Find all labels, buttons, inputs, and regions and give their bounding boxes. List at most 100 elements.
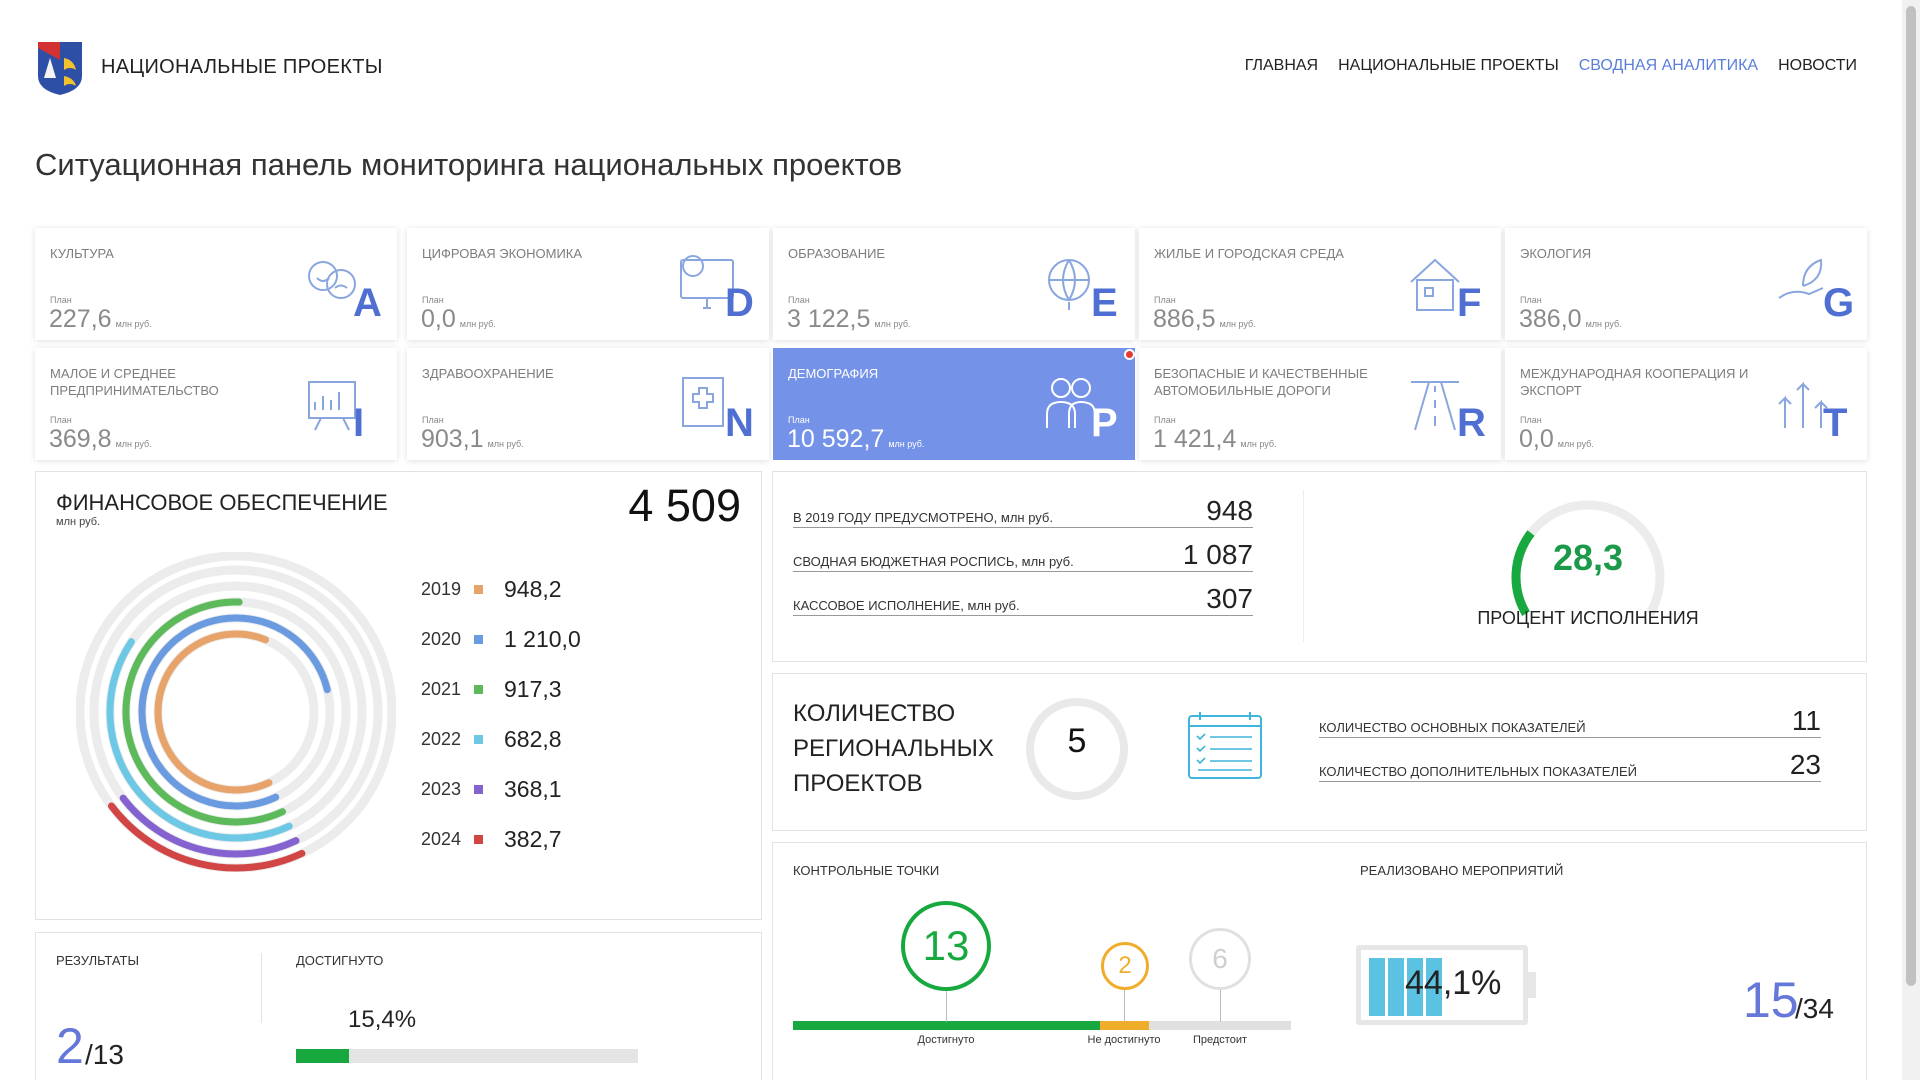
nav-national-projects[interactable]: НАЦИОНАЛЬНЫЕ ПРОЕКТЫ	[1338, 57, 1559, 75]
plan-unit: млн руб.	[115, 439, 152, 449]
upcoming-count: 6	[1212, 943, 1228, 974]
indicator-label: КОЛИЧЕСТВО ОСНОВНЫХ ПОКАЗАТЕЛЕЙ	[1319, 720, 1586, 735]
project-card[interactable]: БЕЗОПАСНЫЕ И КАЧЕСТВЕННЫЕ АВТОМОБИЛЬНЫЕ …	[1139, 348, 1501, 460]
events-total: /34	[1795, 993, 1834, 1024]
project-letter: A	[353, 281, 382, 322]
house-icon: F	[1410, 258, 1481, 322]
project-letter: D	[725, 281, 754, 322]
plan-unit: млн руб.	[1219, 319, 1256, 329]
project-card[interactable]: МЕЖДУНАРОДНАЯ КООПЕРАЦИЯ И ЭКСПОРТ План 0,…	[1505, 348, 1867, 460]
coat-of-arms-logo[interactable]	[36, 40, 84, 96]
events-title: РЕАЛИЗОВАНО МЕРОПРИЯТИЙ	[1360, 863, 1564, 878]
results-done: 2	[56, 1018, 84, 1074]
events-done: 15	[1743, 972, 1799, 1028]
project-name: БЕЗОПАСНЫЕ И КАЧЕСТВЕННЫЕ АВТОМОБИЛЬНЫЕ …	[1154, 366, 1368, 398]
legend-row-2023: 2023 368,1	[421, 764, 581, 814]
legend-value: 382,7	[504, 825, 562, 852]
upcoming-circle: 6	[1189, 928, 1251, 990]
plan-value: 386,0 млн руб.	[1519, 305, 1622, 334]
hand-leaf-icon: G	[1778, 258, 1854, 322]
project-name: ЦИФРОВАЯ ЭКОНОМИКА	[422, 246, 583, 261]
achieved-percent: 15,4%	[348, 1006, 417, 1033]
plan-value: 3 122,5 млн руб.	[787, 305, 911, 334]
plan-amount: 227,6	[49, 305, 112, 333]
finance-title: ФИНАНСОВОЕ ОБЕСПЕЧЕНИЕ	[56, 490, 388, 515]
achieved-label: ДОСТИГНУТО	[296, 953, 384, 968]
regional-projects-count: 5	[1067, 722, 1087, 760]
plan-label: План	[1154, 415, 1176, 425]
plan-unit: млн руб.	[1557, 439, 1594, 449]
page-title: Ситуационная панель мониторинга национал…	[35, 147, 903, 182]
project-card[interactable]: ЦИФРОВАЯ ЭКОНОМИКА План 0,0 млн руб. D	[407, 228, 769, 340]
legend-row-2021: 2021 917,3	[421, 664, 581, 714]
battery-cap	[1528, 972, 1536, 998]
plan-unit: млн руб.	[1240, 439, 1277, 449]
project-card[interactable]: ЗДРАВООХРАНЕНИЕ План 903,1 млн руб. N	[407, 348, 769, 460]
not-achieved-segment	[1100, 1021, 1149, 1030]
project-letter: F	[1457, 281, 1481, 322]
project-card[interactable]: МАЛОЕ И СРЕДНЕЕ ПРЕДПРИНИМАТЕЛЬСТВО План 3…	[35, 348, 397, 460]
regional-projects-panel: КОЛИЧЕСТВО РЕГИОНАЛЬНЫХ ПРОЕКТОВ 5 КОЛИЧ…	[772, 673, 1867, 831]
plan-unit: млн руб.	[487, 439, 524, 449]
battery-cell	[1388, 958, 1404, 1016]
plan-unit: млн руб.	[1585, 319, 1622, 329]
plan-label: План	[50, 295, 72, 305]
legend-swatch	[474, 634, 483, 644]
budget-row-schedule: СВОДНАЯ БЮДЖЕТНАЯ РОСПИСЬ, млн руб. 1 08…	[793, 539, 1253, 572]
legend-year: 2023	[421, 778, 462, 799]
project-letter: T	[1823, 401, 1847, 442]
project-name: МЕЖДУНАРОДНАЯ КООПЕРАЦИЯ И ЭКСПОРТ	[1520, 366, 1749, 398]
scrollbar-thumb[interactable]	[1906, 6, 1916, 986]
events-percent: 44,1%	[1405, 964, 1502, 1002]
project-card[interactable]: ЖИЛЬЕ И ГОРОДСКАЯ СРЕДА План 886,5 млн руб.…	[1139, 228, 1501, 340]
project-letter: R	[1457, 401, 1486, 442]
legend-row-2022: 2022 682,8	[421, 714, 581, 764]
legend-year: 2019	[421, 578, 462, 599]
plan-amount: 3 122,5	[787, 305, 871, 333]
plan-label: План	[1154, 295, 1176, 305]
plan-label: План	[50, 415, 72, 425]
family-icon: P	[1046, 378, 1118, 442]
nav-summary-analytics[interactable]: СВОДНАЯ АНАЛИТИКА	[1579, 57, 1758, 75]
project-card[interactable]: ЭКОЛОГИЯ План 386,0 млн руб. G	[1505, 228, 1867, 340]
plan-amount: 386,0	[1519, 305, 1582, 333]
project-card[interactable]: ДЕМОГРАФИЯ План 10 592,7 млн руб. P	[773, 348, 1135, 460]
budget-row-unit: млн руб.	[967, 598, 1020, 613]
plan-value: 886,5 млн руб.	[1153, 305, 1256, 334]
plan-value: 903,1 млн руб.	[421, 425, 524, 454]
plan-amount: 0,0	[421, 305, 456, 333]
project-card[interactable]: ОБРАЗОВАНИЕ План 3 122,5 млн руб. E	[773, 228, 1135, 340]
page-scrollbar[interactable]	[1902, 0, 1920, 1080]
project-letter: E	[1091, 281, 1118, 322]
finance-total: 4 509	[628, 480, 741, 531]
project-name: ЭКОЛОГИЯ	[1520, 246, 1592, 261]
achieved-progress-fill	[296, 1049, 349, 1063]
legend-year: 2020	[421, 628, 462, 649]
plan-label: План	[422, 295, 444, 305]
plan-label: План	[1520, 415, 1542, 425]
presentation-board-icon: I	[308, 381, 364, 442]
indicator-value: 23	[1789, 749, 1821, 780]
plan-unit: млн руб.	[459, 319, 496, 329]
plan-amount: 0,0	[1519, 425, 1554, 453]
nav-news[interactable]: НОВОСТИ	[1778, 57, 1857, 75]
plan-amount: 903,1	[421, 425, 484, 453]
globe-icon: E	[1048, 259, 1118, 322]
budget-row-unit: млн руб.	[1021, 554, 1074, 569]
nav-home[interactable]: ГЛАВНАЯ	[1245, 57, 1318, 75]
achieved-progress-bar	[296, 1049, 638, 1063]
budget-row-planned: В 2019 ГОДУ ПРЕДУСМОТРЕНО, млн руб. 948	[793, 495, 1253, 528]
budget-row-unit: млн руб.	[1000, 510, 1053, 525]
project-name: ЗДРАВООХРАНЕНИЕ	[422, 366, 554, 381]
finance-unit: млн руб.	[56, 516, 101, 528]
plan-label: План	[788, 415, 810, 425]
plan-amount: 886,5	[1153, 305, 1216, 333]
legend-row-2020: 2020 1 210,0	[421, 614, 581, 664]
plan-amount: 10 592,7	[787, 425, 885, 453]
project-card[interactable]: КУЛЬТУРА План 227,6 млн руб. A	[35, 228, 397, 340]
achieved-circle: 13	[901, 901, 991, 991]
budget-row-value: 948	[1206, 495, 1253, 526]
brand-title[interactable]: НАЦИОНАЛЬНЫЕ ПРОЕКТЫ	[101, 56, 383, 79]
plan-amount: 1 421,4	[1153, 425, 1237, 453]
results-panel: РЕЗУЛЬТАТЫ ДОСТИГНУТО 2 /13 15,4%	[35, 932, 762, 1080]
